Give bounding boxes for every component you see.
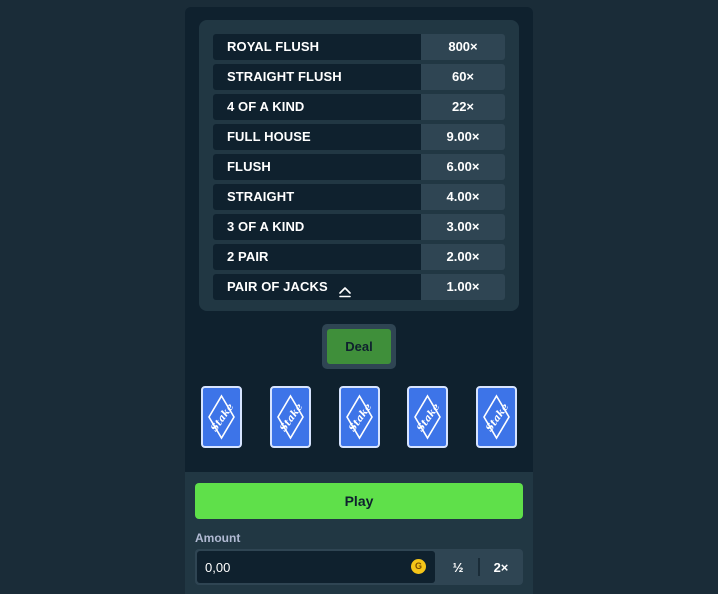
paytable-row-straight-flush: STRAIGHT FLUSH 60× xyxy=(213,64,505,90)
hand-multiplier: 6.00× xyxy=(421,154,505,180)
hand-name: FLUSH xyxy=(213,154,421,180)
hand-name: PAIR OF JACKS xyxy=(213,274,421,300)
hand-multiplier: 22× xyxy=(421,94,505,120)
hand-name: ROYAL FLUSH xyxy=(213,34,421,60)
paytable-row-two-pair: 2 PAIR 2.00× xyxy=(213,244,505,270)
hand-name: FULL HOUSE xyxy=(213,124,421,150)
hand-name: STRAIGHT xyxy=(213,184,421,210)
card-back-3[interactable]: Stake xyxy=(339,386,380,448)
hand-multiplier: 4.00× xyxy=(421,184,505,210)
paytable-row-four-of-a-kind: 4 OF A KIND 22× xyxy=(213,94,505,120)
card-logo-text: Stake xyxy=(209,402,236,434)
half-bet-button[interactable]: ½ xyxy=(437,551,479,583)
hand-multiplier: 1.00× xyxy=(421,274,505,300)
double-bet-button[interactable]: 2× xyxy=(480,551,522,583)
hand-multiplier: 800× xyxy=(421,34,505,60)
paytable-row-royal-flush: ROYAL FLUSH 800× xyxy=(213,34,505,60)
paytable-row-full-house: FULL HOUSE 9.00× xyxy=(213,124,505,150)
hand-multiplier: 2.00× xyxy=(421,244,505,270)
card-logo-text: Stake xyxy=(278,402,305,434)
hand-name: 4 OF A KIND xyxy=(213,94,421,120)
card-logo-text: Stake xyxy=(347,402,374,434)
hand-name: 3 OF A KIND xyxy=(213,214,421,240)
paytable-row-flush: FLUSH 6.00× xyxy=(213,154,505,180)
paytable-row-pair-of-jacks: PAIR OF JACKS 1.00× xyxy=(213,274,505,300)
play-button[interactable]: Play xyxy=(195,483,523,519)
amount-input[interactable] xyxy=(197,551,435,583)
card-back-5[interactable]: Stake xyxy=(476,386,517,448)
card-logo-text: Stake xyxy=(415,402,442,434)
paytable-row-three-of-a-kind: 3 OF A KIND 3.00× xyxy=(213,214,505,240)
paytable-row-straight: STRAIGHT 4.00× xyxy=(213,184,505,210)
card-back-2[interactable]: Stake xyxy=(270,386,311,448)
hand-name-text: PAIR OF JACKS xyxy=(227,279,328,294)
hand-multiplier: 60× xyxy=(421,64,505,90)
hand-name: STRAIGHT FLUSH xyxy=(213,64,421,90)
hand-multiplier: 3.00× xyxy=(421,214,505,240)
card-logo-text: Stake xyxy=(484,402,511,434)
chevron-up-icon xyxy=(338,281,352,298)
coin-icon: G xyxy=(411,559,426,574)
amount-label: Amount xyxy=(195,531,241,545)
deal-button[interactable]: Deal xyxy=(327,329,391,364)
hand-multiplier: 9.00× xyxy=(421,124,505,150)
card-back-4[interactable]: Stake xyxy=(407,386,448,448)
hand-name: 2 PAIR xyxy=(213,244,421,270)
card-back-1[interactable]: Stake xyxy=(201,386,242,448)
